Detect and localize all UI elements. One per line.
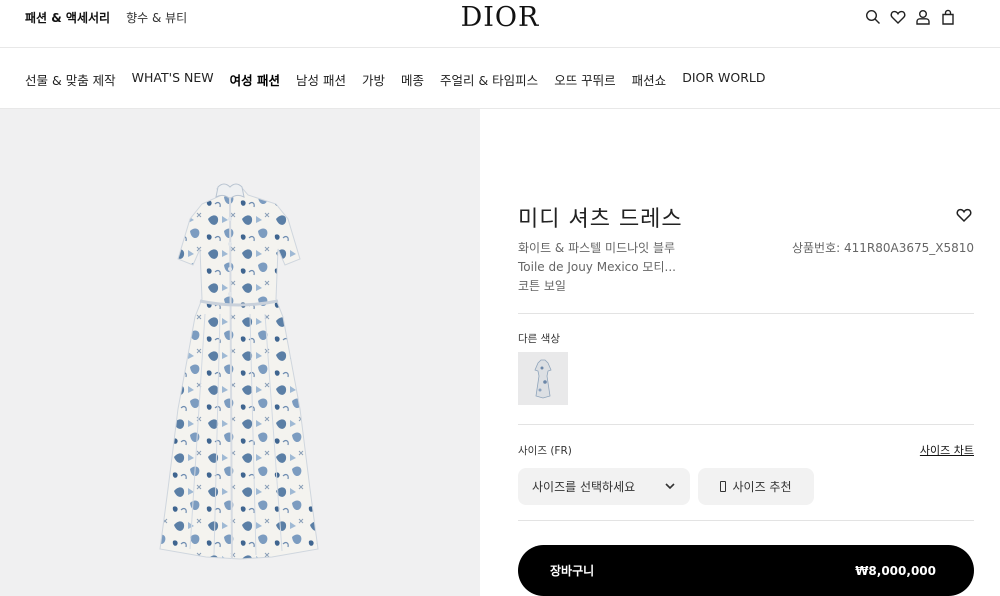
ruler-icon bbox=[720, 481, 727, 492]
color-swatch-thumbnail[interactable] bbox=[518, 352, 568, 405]
category-nav: 선물 & 맞춤 제작 WHAT'S NEW 여성 패션 남성 패션 가방 메종 … bbox=[25, 70, 765, 89]
nav-bags[interactable]: 가방 bbox=[362, 70, 385, 89]
search-icon[interactable] bbox=[865, 9, 881, 25]
size-select-dropdown[interactable]: 사이즈를 선택하세요 bbox=[518, 468, 690, 505]
header-icons bbox=[865, 9, 956, 25]
nav-maison[interactable]: 메종 bbox=[401, 70, 424, 89]
product-details-panel: 미디 셔츠 드레스 화이트 & 파스텔 미드나잇 블루 Toile de Jou… bbox=[518, 109, 974, 596]
cart-label: 장바구니 bbox=[550, 564, 595, 578]
product-title: 미디 셔츠 드레스 bbox=[518, 207, 683, 232]
nav-haute-couture[interactable]: 오뜨 꾸뛰르 bbox=[554, 70, 615, 89]
dior-logo[interactable]: DIOR bbox=[0, 2, 1000, 33]
heart-icon[interactable] bbox=[890, 9, 906, 25]
other-colors-label: 다른 색상 bbox=[518, 333, 560, 345]
nav-whats-new[interactable]: WHAT'S NEW bbox=[132, 70, 214, 89]
product-sku: 상품번호: 411R80A3675_X5810 bbox=[791, 241, 974, 255]
divider bbox=[518, 313, 974, 314]
user-icon[interactable] bbox=[915, 9, 931, 25]
nav-gifts[interactable]: 선물 & 맞춤 제작 bbox=[25, 70, 116, 89]
dress-thumbnail-image bbox=[534, 359, 552, 398]
bag-icon[interactable] bbox=[940, 9, 956, 25]
product-image-gallery[interactable] bbox=[0, 109, 480, 596]
top-header: 패션 & 액세서리 향수 & 뷰티 DIOR bbox=[0, 0, 1000, 48]
description-line: 화이트 & 파스텔 미드나잇 블루 bbox=[518, 241, 676, 255]
description-line: 코튼 보일 bbox=[518, 279, 566, 293]
nav-fashion-shows[interactable]: 패션쇼 bbox=[632, 70, 667, 89]
divider bbox=[518, 424, 974, 425]
nav-dior-world[interactable]: DIOR WORLD bbox=[682, 70, 765, 89]
size-recommend-label: 사이즈 추천 bbox=[732, 480, 792, 494]
size-chart-link[interactable]: 사이즈 차트 bbox=[920, 442, 974, 458]
nav-jewelry-timepieces[interactable]: 주얼리 & 타임피스 bbox=[440, 70, 538, 89]
size-recommend-button[interactable]: 사이즈 추천 bbox=[698, 468, 814, 505]
size-select-placeholder: 사이즈를 선택하세요 bbox=[532, 480, 636, 494]
add-to-cart-button[interactable]: 장바구니 ₩8,000,000 bbox=[518, 545, 974, 596]
divider bbox=[518, 520, 974, 521]
nav-men[interactable]: 남성 패션 bbox=[296, 70, 346, 89]
wishlist-heart-icon[interactable] bbox=[956, 207, 972, 223]
chevron-down-icon bbox=[664, 480, 676, 492]
dress-image bbox=[159, 183, 319, 560]
product-price: ₩8,000,000 bbox=[855, 563, 936, 578]
product-description: 화이트 & 파스텔 미드나잇 블루 Toile de Jouy Mexico 모… bbox=[518, 239, 748, 296]
nav-women[interactable]: 여성 패션 bbox=[230, 70, 280, 89]
description-line: Toile de Jouy Mexico 모티... bbox=[518, 260, 676, 274]
size-label: 사이즈 (FR) bbox=[518, 445, 572, 457]
